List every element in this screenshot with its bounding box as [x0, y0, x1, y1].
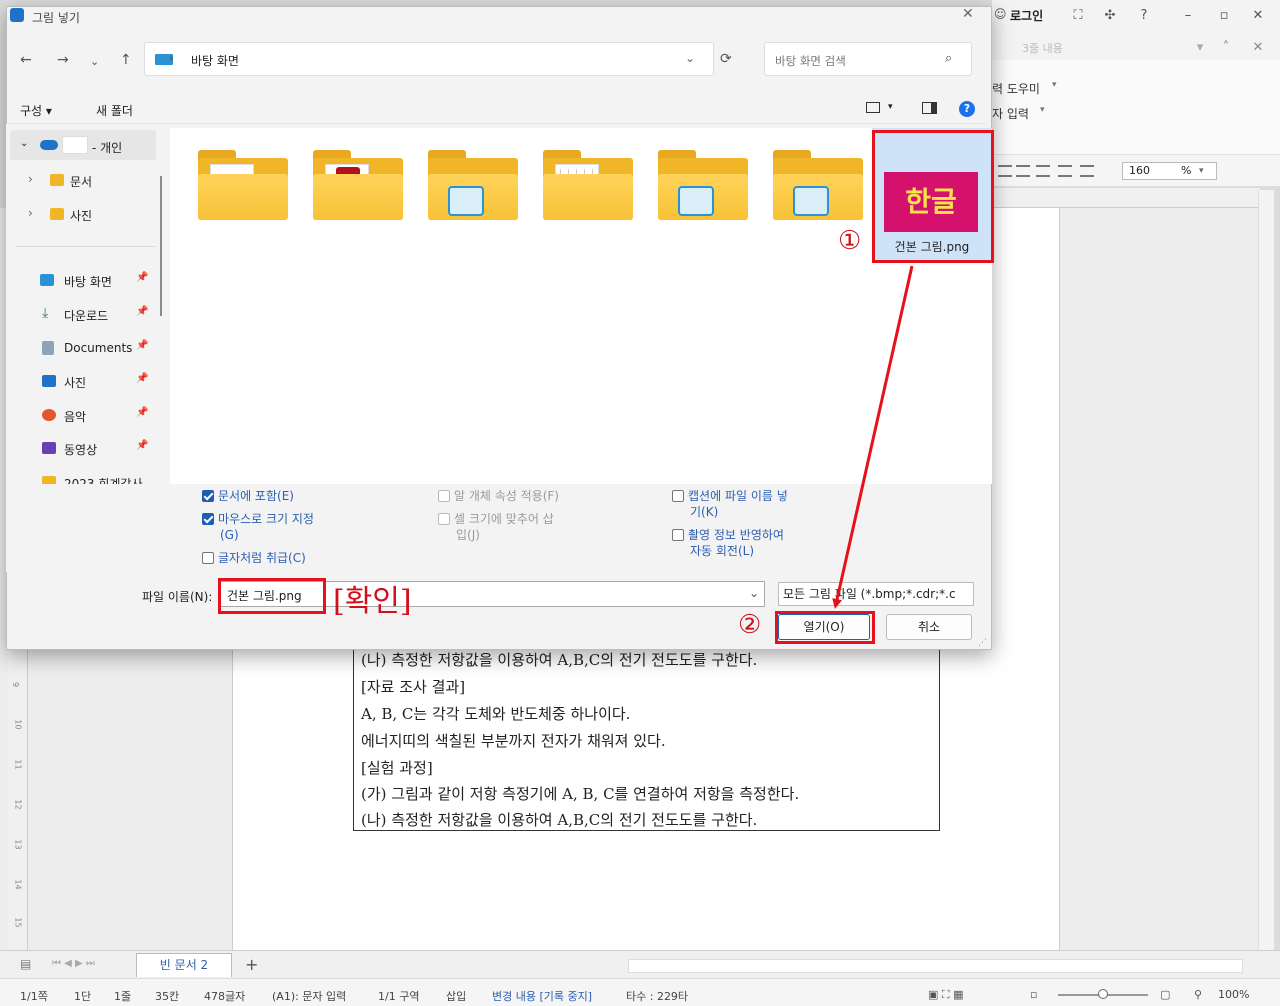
annotation-arrow: [832, 265, 914, 609]
arrow-line: [832, 265, 914, 609]
